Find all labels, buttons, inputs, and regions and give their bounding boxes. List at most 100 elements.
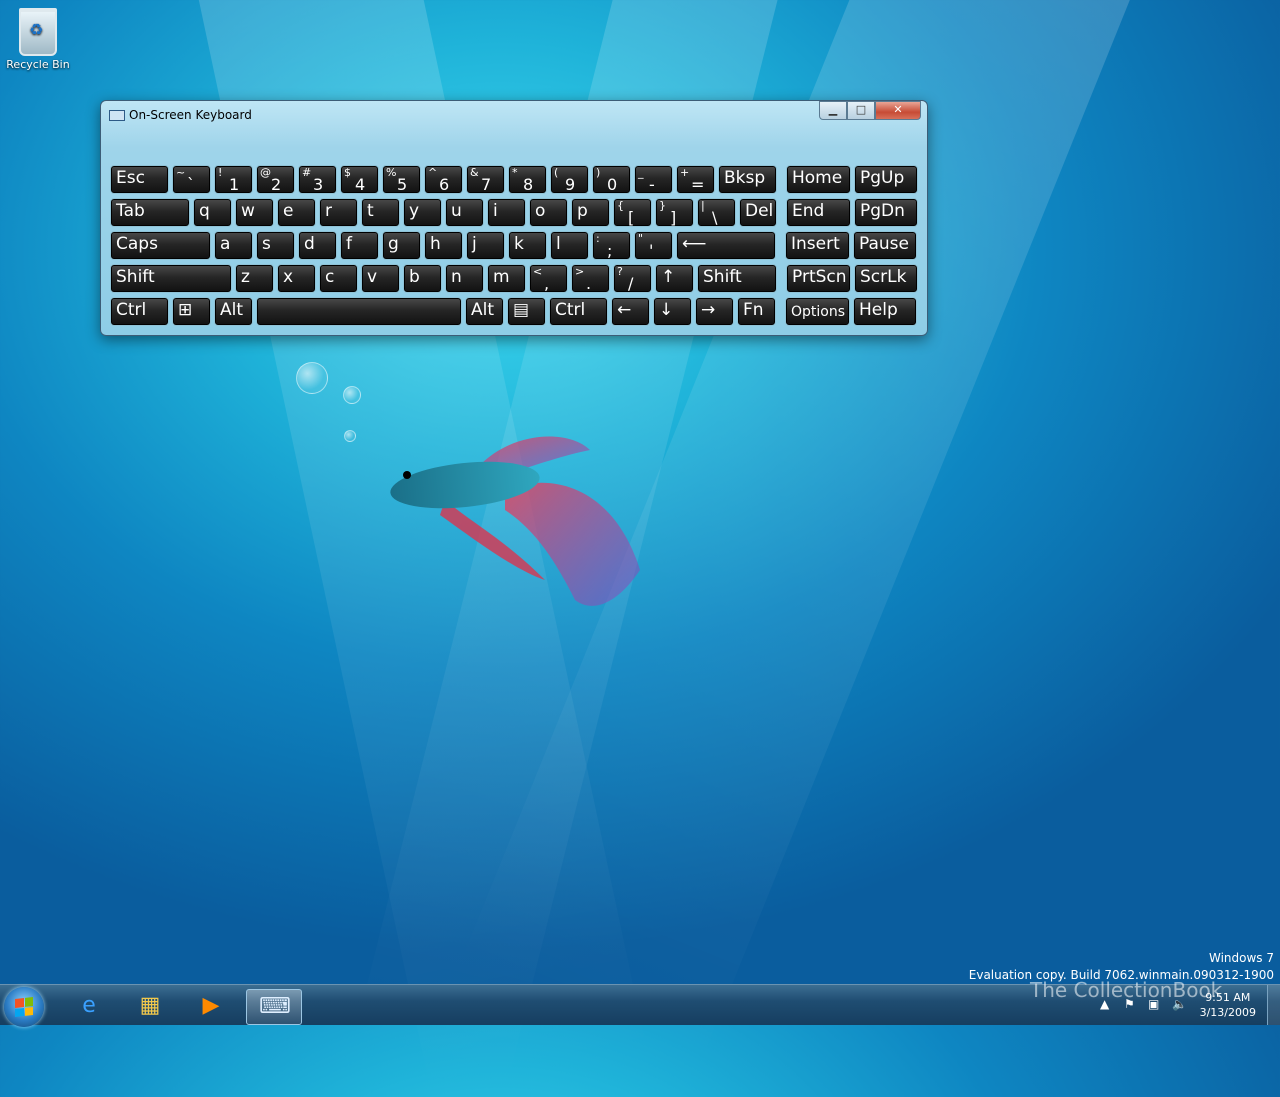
key-o[interactable]: o (529, 198, 568, 227)
key-z[interactable]: z (235, 264, 274, 293)
taskbar-media-player[interactable]: ▶ (184, 989, 238, 1023)
key-h[interactable]: h (424, 231, 463, 260)
key-0[interactable]: ) 0 (592, 165, 631, 194)
key-PgUp[interactable]: PgUp (854, 165, 918, 194)
key-Alt[interactable]: Alt (214, 297, 253, 326)
show-desktop-button[interactable] (1267, 985, 1280, 1025)
on-screen-keyboard-icon: ⌨ (259, 994, 291, 1019)
taskbar-windows-explorer[interactable]: ▦ (123, 989, 177, 1023)
key-End[interactable]: End (786, 198, 851, 227)
key-8[interactable]: * 8 (508, 165, 547, 194)
media-player-icon: ▶ (202, 993, 220, 1018)
key-u[interactable]: u (445, 198, 484, 227)
key-label: Home (792, 168, 843, 188)
taskbar-internet-explorer[interactable]: e (62, 989, 116, 1023)
key--[interactable]: _ - (634, 165, 673, 194)
key-⊞[interactable]: ⊞ (172, 297, 211, 326)
key-,[interactable]: <, (529, 264, 568, 293)
key-Del[interactable]: Del (739, 198, 777, 227)
key-ScrLk[interactable]: ScrLk (854, 264, 918, 293)
key-Shift[interactable]: Shift (697, 264, 777, 293)
key-9[interactable]: (9 (550, 165, 589, 194)
key-⟵[interactable]: ⟵ (676, 231, 776, 260)
key-c[interactable]: c (319, 264, 358, 293)
key-Ctrl[interactable]: Ctrl (549, 297, 608, 326)
key-7[interactable]: & 7 (466, 165, 505, 194)
key-2[interactable]: @2 (256, 165, 295, 194)
key-PrtScn[interactable]: PrtScn (786, 264, 851, 293)
recycle-bin[interactable]: Recycle Bin (6, 8, 70, 71)
key-base-label: 4 (355, 175, 366, 194)
key-a[interactable]: a (214, 231, 253, 260)
key-base-label: 3 (313, 175, 324, 194)
key-←[interactable]: ← (611, 297, 650, 326)
key-6[interactable]: ^ 6 (424, 165, 463, 194)
key-x[interactable]: x (277, 264, 316, 293)
key-b[interactable]: b (403, 264, 442, 293)
key-3[interactable]: #3 (298, 165, 337, 194)
key-r[interactable]: r (319, 198, 358, 227)
key-PgDn[interactable]: PgDn (854, 198, 918, 227)
key-y[interactable]: y (403, 198, 442, 227)
windows-explorer-icon: ▦ (139, 993, 161, 1018)
start-button[interactable] (4, 987, 44, 1027)
key-Alt[interactable]: Alt (465, 297, 504, 326)
key-↑[interactable]: ↑ (655, 264, 694, 293)
key-Ctrl[interactable]: Ctrl (110, 297, 169, 326)
key-w[interactable]: w (235, 198, 274, 227)
key-1[interactable]: ! 1 (214, 165, 253, 194)
minimize-button[interactable]: ▁ (819, 101, 847, 120)
key-s[interactable]: s (256, 231, 295, 260)
key-Esc[interactable]: Esc (110, 165, 169, 194)
key-Options[interactable]: Options (785, 297, 850, 326)
key-Fn[interactable]: Fn (737, 297, 776, 326)
key-.[interactable]: >. (571, 264, 610, 293)
key-/[interactable]: ? / (613, 264, 652, 293)
key-f[interactable]: f (340, 231, 379, 260)
key-\[interactable]: | \ (697, 198, 736, 227)
key-Caps[interactable]: Caps (110, 231, 211, 260)
key-v[interactable]: v (361, 264, 400, 293)
key-j[interactable]: j (466, 231, 505, 260)
title-bar[interactable]: On-Screen Keyboard ▁ □ ✕ (101, 101, 927, 129)
key-[[interactable]: {[ (613, 198, 652, 227)
key-base-label: . (586, 274, 592, 293)
key-q[interactable]: q (193, 198, 232, 227)
close-button[interactable]: ✕ (875, 101, 921, 120)
key-Insert[interactable]: Insert (785, 231, 850, 260)
key-↓[interactable]: ↓ (653, 297, 692, 326)
key-t[interactable]: t (361, 198, 400, 227)
key-;[interactable]: :; (592, 231, 631, 260)
key-p[interactable]: p (571, 198, 610, 227)
key-▤[interactable]: ▤ (507, 297, 546, 326)
key-'[interactable]: " ' (634, 231, 673, 260)
key-label: b (409, 267, 420, 287)
key-e[interactable]: e (277, 198, 316, 227)
key-→[interactable]: → (695, 297, 734, 326)
key-Home[interactable]: Home (786, 165, 851, 194)
key-`[interactable]: ~ ` (172, 165, 211, 194)
key-label: → (701, 300, 716, 320)
key-base-label: \ (712, 208, 718, 227)
key-Bksp[interactable]: Bksp (718, 165, 777, 194)
key-][interactable]: }] (655, 198, 694, 227)
key-Pause[interactable]: Pause (853, 231, 917, 260)
key-g[interactable]: g (382, 231, 421, 260)
key-i[interactable]: i (487, 198, 526, 227)
key-=[interactable]: + = (676, 165, 715, 194)
taskbar-on-screen-keyboard[interactable]: ⌨ (246, 989, 302, 1025)
key-base-label: / (628, 274, 634, 293)
windows-logo-icon (15, 997, 33, 1017)
key-5[interactable]: % 5 (382, 165, 421, 194)
key-m[interactable]: m (487, 264, 526, 293)
key-4[interactable]: $4 (340, 165, 379, 194)
key-space[interactable] (256, 297, 462, 326)
key-n[interactable]: n (445, 264, 484, 293)
key-Shift[interactable]: Shift (110, 264, 232, 293)
key-Tab[interactable]: Tab (110, 198, 190, 227)
maximize-button[interactable]: □ (847, 101, 875, 120)
key-l[interactable]: l (550, 231, 589, 260)
key-d[interactable]: d (298, 231, 337, 260)
key-k[interactable]: k (508, 231, 547, 260)
key-Help[interactable]: Help (853, 297, 917, 326)
